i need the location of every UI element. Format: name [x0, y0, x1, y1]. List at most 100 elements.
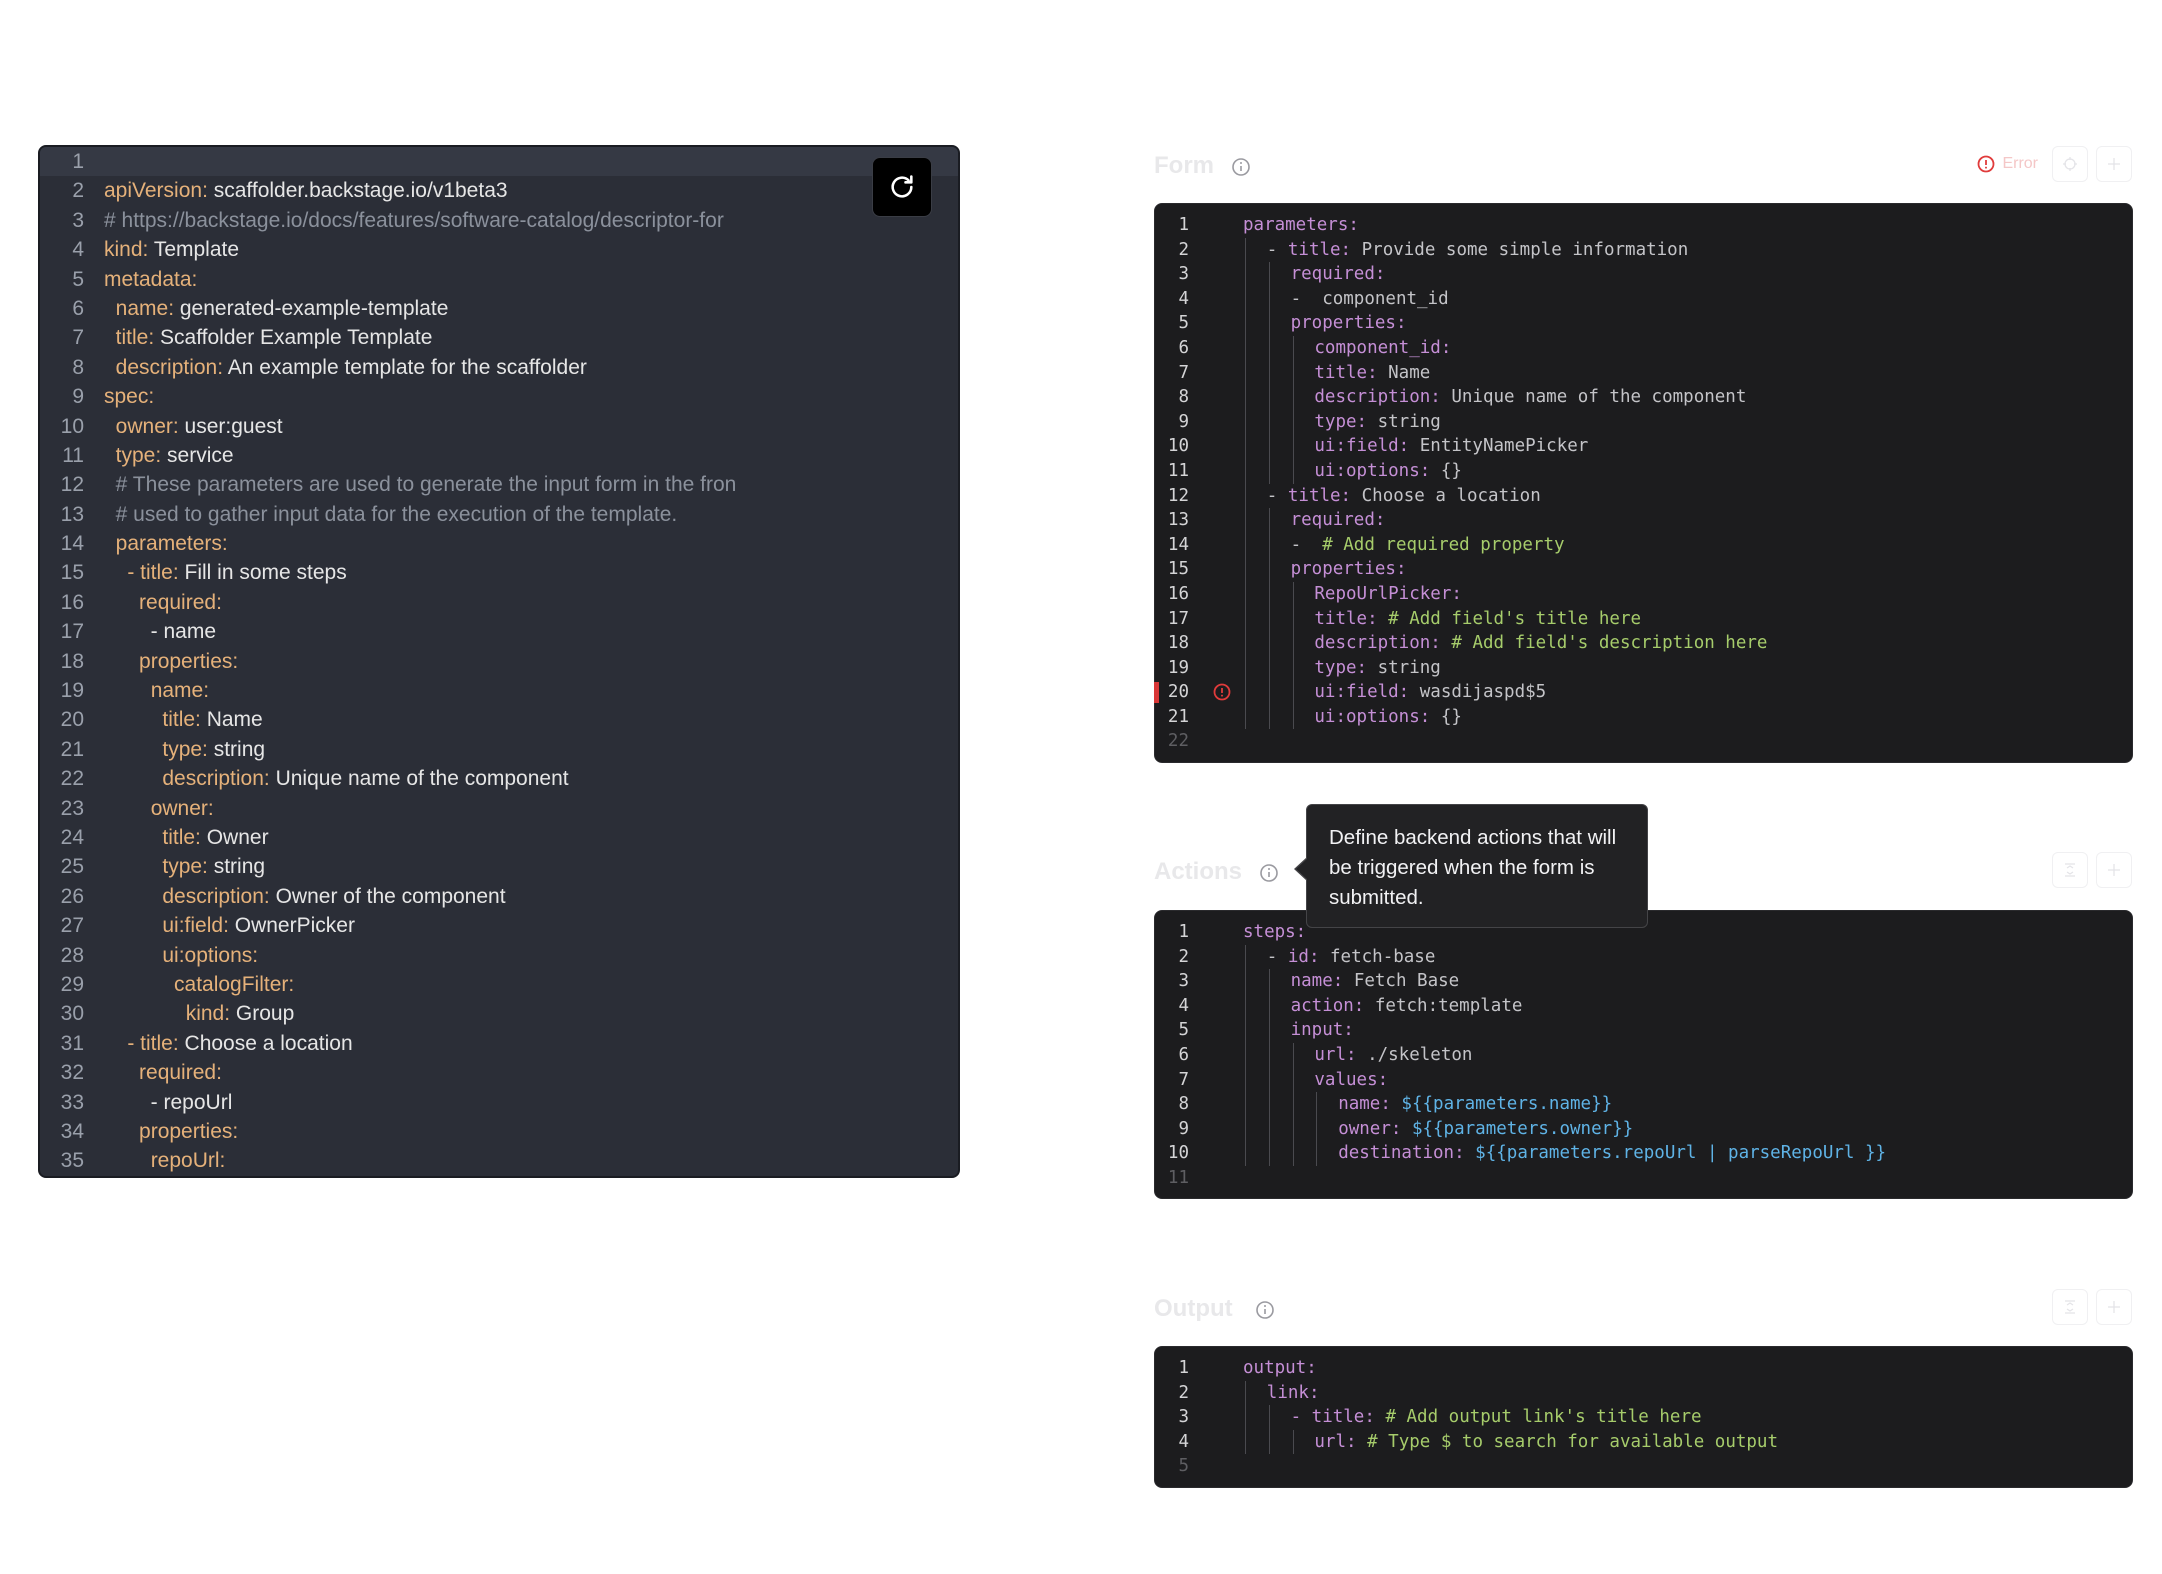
code-line[interactable]: 5 metadata:: [40, 265, 958, 294]
code-line[interactable]: 6 url: ./skeleton: [1155, 1042, 2132, 1068]
code-line[interactable]: 17 title: # Add field's title here: [1155, 606, 2132, 632]
line-number: 35: [60, 1149, 84, 1173]
code-line[interactable]: 14 parameters:: [40, 529, 958, 558]
add-button[interactable]: [2096, 1289, 2132, 1325]
add-button[interactable]: [2096, 146, 2132, 182]
info-icon[interactable]: [1254, 1299, 1276, 1321]
code-line[interactable]: 15 properties:: [1155, 557, 2132, 582]
code-line[interactable]: 11 type: service: [40, 441, 958, 470]
code-line[interactable]: 16 RepoUrlPicker:: [1155, 581, 2132, 607]
info-icon[interactable]: [1230, 156, 1252, 178]
indent-guide: [1292, 1141, 1294, 1166]
code-line[interactable]: 5 input:: [1155, 1018, 2132, 1043]
collapse-button[interactable]: [2052, 1289, 2088, 1325]
code-line[interactable]: 22 description: Unique name of the compo…: [40, 764, 958, 793]
code-line[interactable]: 11 ui:options: {}: [1155, 458, 2132, 484]
error-indicator[interactable]: Error: [1976, 154, 2038, 174]
code-line[interactable]: 7 title: Scaffolder Example Template: [40, 323, 958, 352]
code-line[interactable]: 11: [1155, 1166, 2132, 1191]
code-line[interactable]: 12 - title: Choose a location: [1155, 483, 2132, 509]
code-line[interactable]: 2 apiVersion: scaffolder.backstage.io/v1b…: [40, 176, 958, 205]
code-line[interactable]: 18 properties:: [40, 647, 958, 676]
error-circle-icon[interactable]: [1212, 682, 1232, 702]
form-code-editor[interactable]: 1 parameters: 2 - title: Provide some simpl…: [1154, 203, 2133, 763]
reload-button[interactable]: [872, 157, 932, 217]
code-line[interactable]: 4 - component_id: [1155, 286, 2132, 312]
indent-guide: [1245, 508, 1246, 533]
code-line[interactable]: 3 - title: # Add output link's title here: [1155, 1405, 2132, 1430]
code-line[interactable]: 34 properties:: [40, 1117, 958, 1146]
line-number: 28: [60, 943, 84, 967]
code-line[interactable]: 20 ui:field: wasdijaspd$5: [1154, 680, 2132, 705]
code-line[interactable]: 26 description: Owner of the component: [40, 882, 958, 911]
code-line[interactable]: 7 values:: [1155, 1067, 2132, 1093]
code-line[interactable]: 1 parameters:: [1155, 213, 2132, 238]
code-line[interactable]: 16 required:: [40, 588, 958, 617]
output-panel-header: Output: [1154, 1289, 2134, 1329]
code-line[interactable]: 21 type: string: [40, 735, 958, 764]
code-line[interactable]: 9 owner: ${{parameters.owner}}: [1155, 1116, 2132, 1142]
code-line[interactable]: 29 catalogFilter:: [40, 970, 958, 999]
code-line[interactable]: 1: [40, 147, 958, 177]
add-button[interactable]: [2096, 852, 2132, 888]
code-line[interactable]: 4 url: # Type $ to search for available o…: [1155, 1429, 2132, 1455]
output-code-editor[interactable]: 1 output: 2 link: 3 - title: # Add output lin…: [1154, 1346, 2133, 1488]
collapse-button[interactable]: [2052, 852, 2088, 888]
code-line[interactable]: 2 link:: [1155, 1380, 2132, 1406]
code-line[interactable]: 10 ui:field: EntityNamePicker: [1155, 434, 2132, 459]
code-line[interactable]: 15 - title: Fill in some steps: [40, 558, 958, 587]
code-line[interactable]: 18 description: # Add field's description…: [1155, 631, 2132, 656]
code-token: ui:options:: [1314, 706, 1431, 727]
code-line[interactable]: 27 ui:field: OwnerPicker: [40, 911, 958, 940]
code-line[interactable]: 4 kind: Template: [40, 235, 958, 264]
code-line[interactable]: 14 - # Add required property: [1155, 532, 2132, 558]
code-token: description:: [1314, 633, 1441, 654]
code-line[interactable]: 25 type: string: [40, 852, 958, 881]
info-icon[interactable]: [1258, 862, 1280, 884]
code-line[interactable]: 9 type: string: [1155, 409, 2132, 435]
code-line[interactable]: 22: [1155, 729, 2132, 754]
code-line[interactable]: 17 - name: [40, 617, 958, 646]
code-line[interactable]: 6 component_id:: [1155, 335, 2132, 361]
code-line[interactable]: 8 description: An example template for t…: [40, 353, 958, 382]
code-line[interactable]: 13 required:: [1155, 508, 2132, 533]
code-line[interactable]: 12 # These parameters are used to genera…: [40, 470, 958, 499]
code-line[interactable]: 28 ui:options:: [40, 941, 958, 970]
code-line[interactable]: 32 required:: [40, 1058, 958, 1087]
code-line[interactable]: 21 ui:options: {}: [1155, 704, 2132, 730]
code-line[interactable]: 3 # https://backstage.io/docs/features/so…: [40, 206, 958, 235]
code-line[interactable]: 30 kind: Group: [40, 999, 958, 1028]
code-line[interactable]: 35 repoUrl:: [40, 1146, 958, 1175]
code-line[interactable]: 6 name: generated-example-template: [40, 294, 958, 323]
code-line[interactable]: 19 name:: [40, 676, 958, 705]
code-line[interactable]: 10 destination: ${{parameters.repoUrl | p…: [1155, 1141, 2132, 1166]
code-line[interactable]: 5: [1155, 1454, 2132, 1479]
code-line[interactable]: 7 title: Name: [1155, 360, 2132, 386]
line-number: 20: [60, 708, 84, 732]
yaml-editor[interactable]: 1 2 apiVersion: scaffolder.backstage.io/v1…: [38, 145, 960, 1178]
code-line[interactable]: 3 name: Fetch Base: [1155, 969, 2132, 994]
code-line[interactable]: 8 name: ${{parameters.name}}: [1155, 1092, 2132, 1117]
code-line[interactable]: 5 properties:: [1155, 311, 2132, 336]
indent-guide: [1268, 557, 1270, 582]
code-line[interactable]: 20 title: Name: [40, 705, 958, 734]
code-line[interactable]: 8 description: Unique name of the compone…: [1155, 385, 2132, 410]
code-token: name:: [115, 296, 175, 320]
code-line[interactable]: 3 required:: [1155, 262, 2132, 287]
code-line[interactable]: 2 - id: fetch-base: [1155, 944, 2132, 970]
code-line[interactable]: 24 title: Owner: [40, 823, 958, 852]
code-line[interactable]: 33 - repoUrl: [40, 1088, 958, 1117]
code-line[interactable]: 31 - title: Choose a location: [40, 1029, 958, 1058]
code-line[interactable]: 23 owner:: [40, 794, 958, 823]
code-line[interactable]: 1 output:: [1155, 1356, 2132, 1381]
code-line[interactable]: 9 spec:: [40, 382, 958, 411]
code-line[interactable]: 19 type: string: [1155, 655, 2132, 681]
code-line[interactable]: 13 # used to gather input data for the e…: [40, 500, 958, 529]
code-line[interactable]: 4 action: fetch:template: [1155, 993, 2132, 1019]
target-button[interactable]: [2052, 146, 2088, 182]
code-line[interactable]: 2 - title: Provide some simple informatio…: [1155, 237, 2132, 263]
code-line[interactable]: 10 owner: user:guest: [40, 412, 958, 441]
line-number: 6: [72, 296, 84, 320]
actions-code-editor[interactable]: 1 steps: 2 - id: fetch-base 3 name: Fetch Bas…: [1154, 910, 2133, 1199]
